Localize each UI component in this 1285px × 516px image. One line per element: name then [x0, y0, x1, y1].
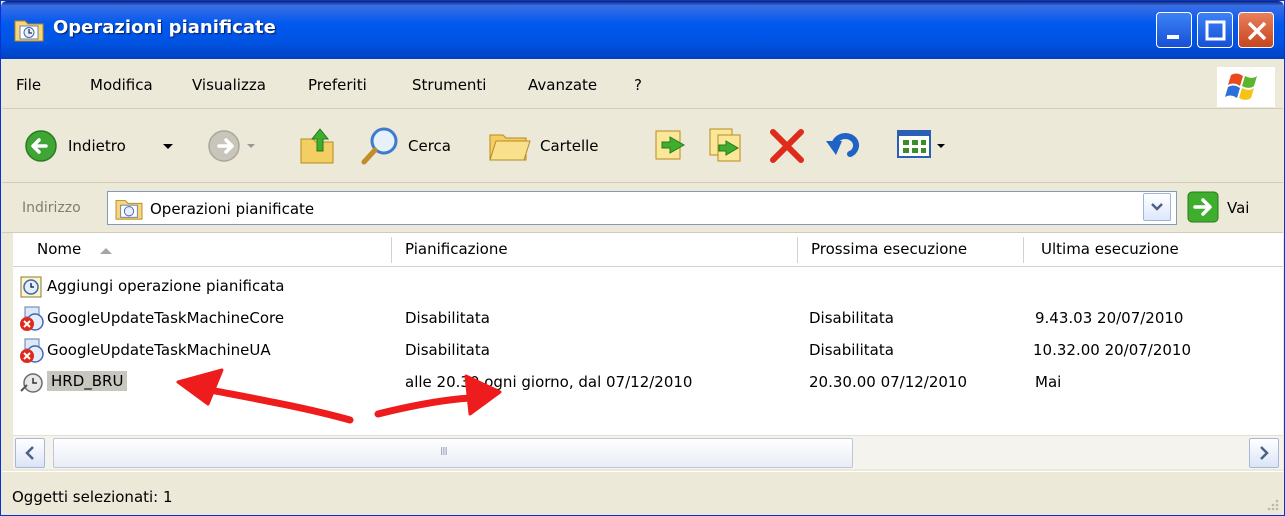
task-last-run: 10.32.00 20/07/2010 — [1033, 341, 1192, 359]
resize-grip-icon[interactable] — [1264, 496, 1280, 512]
column-header-schedule[interactable]: Pianificazione — [405, 240, 508, 258]
explorer-window: Operazioni pianificate File Modifica Vis… — [0, 0, 1285, 516]
folders-button[interactable]: Cartelle — [488, 123, 628, 167]
copy-to-icon[interactable] — [706, 125, 746, 165]
menu-strumenti[interactable]: Strumenti — [412, 76, 486, 94]
undo-icon[interactable] — [824, 125, 864, 165]
task-next-run: 20.30.00 07/12/2010 — [809, 373, 968, 391]
minimize-icon — [1167, 35, 1179, 39]
back-label: Indietro — [68, 137, 126, 155]
address-value: Operazioni pianificate — [150, 200, 315, 218]
address-bar: Indirizzo Operazioni pianificate — [2, 183, 1283, 233]
back-arrow-icon — [25, 130, 57, 162]
views-icon[interactable] — [896, 127, 932, 161]
views-dropdown-icon[interactable] — [936, 143, 946, 149]
task-name: GoogleUpdateTaskMachineUA — [47, 341, 271, 359]
delete-icon[interactable] — [768, 127, 806, 165]
list-item[interactable]: GoogleUpdateTaskMachineUA Disabilitata D… — [13, 335, 1283, 367]
back-dropdown-icon[interactable] — [162, 143, 174, 151]
task-next-run: Disabilitata — [809, 341, 894, 359]
address-dropdown-button[interactable] — [1143, 193, 1171, 221]
folders-label: Cartelle — [540, 137, 599, 155]
column-header-next-run[interactable]: Prossima esecuzione — [811, 240, 967, 258]
forward-dropdown-icon[interactable] — [246, 143, 256, 149]
minimize-button[interactable] — [1156, 12, 1192, 48]
menu-help[interactable]: ? — [634, 76, 642, 94]
menu-file[interactable]: File — [16, 76, 41, 94]
go-arrow-icon — [1187, 191, 1219, 223]
task-last-run: 9.43.03 20/07/2010 — [1035, 309, 1184, 327]
folders-icon — [489, 134, 531, 161]
task-name: HRD_BRU — [47, 371, 128, 391]
sort-ascending-icon — [100, 248, 112, 254]
close-icon — [1247, 21, 1267, 41]
toolbar: Indietro Cerca Cartelle — [2, 109, 1283, 183]
maximize-button[interactable] — [1197, 12, 1233, 48]
search-label: Cerca — [408, 137, 451, 155]
status-text: Oggetti selezionati: 1 — [12, 488, 173, 506]
task-last-run: Mai — [1035, 373, 1062, 391]
column-header-row: Nome Pianificazione Prossima esecuzione … — [13, 233, 1283, 267]
search-icon — [361, 127, 398, 165]
scroll-left-button[interactable] — [15, 438, 45, 468]
menu-visualizza[interactable]: Visualizza — [192, 76, 266, 94]
list-item[interactable]: GoogleUpdateTaskMachineCore Disabilitata… — [13, 303, 1283, 335]
column-divider[interactable] — [391, 237, 392, 263]
go-label: Vai — [1227, 199, 1250, 217]
forward-arrow-icon[interactable] — [207, 129, 241, 163]
chevron-down-icon — [1151, 203, 1163, 211]
address-label: Indirizzo — [22, 200, 81, 216]
task-schedule: Disabilitata — [405, 341, 490, 359]
column-divider[interactable] — [1023, 237, 1024, 263]
disabled-task-icon — [20, 338, 44, 363]
menu-avanzate[interactable]: Avanzate — [528, 76, 597, 94]
status-bar: Oggetti selezionati: 1 — [2, 471, 1283, 515]
menu-modifica[interactable]: Modifica — [90, 76, 153, 94]
task-next-run: Disabilitata — [809, 309, 894, 327]
address-input[interactable]: Operazioni pianificate — [107, 191, 1177, 225]
add-task-icon — [20, 276, 42, 298]
close-button[interactable] — [1238, 12, 1274, 48]
go-button[interactable]: Vai — [1187, 191, 1277, 223]
disabled-task-icon — [20, 306, 44, 331]
search-button[interactable]: Cerca — [360, 123, 480, 167]
chevron-right-icon — [1260, 446, 1269, 460]
column-divider[interactable] — [797, 237, 798, 263]
menu-preferiti[interactable]: Preferiti — [308, 76, 367, 94]
back-button[interactable]: Indietro — [16, 125, 186, 167]
scrollbar-grip: III — [440, 445, 448, 458]
menu-bar: File Modifica Visualizza Preferiti Strum… — [2, 59, 1283, 109]
title-bar[interactable]: Operazioni pianificate — [1, 1, 1284, 59]
move-to-icon[interactable] — [652, 125, 692, 165]
window-title: Operazioni pianificate — [53, 17, 276, 38]
scheduled-tasks-folder-icon — [14, 20, 44, 42]
scheduled-task-icon — [20, 373, 43, 393]
task-schedule: Disabilitata — [405, 309, 490, 327]
scrollbar-thumb[interactable]: III — [53, 438, 853, 468]
scheduled-tasks-folder-icon — [115, 200, 143, 220]
file-list: Nome Pianificazione Prossima esecuzione … — [13, 233, 1283, 469]
task-name: GoogleUpdateTaskMachineCore — [47, 309, 285, 327]
chevron-left-icon — [25, 446, 34, 460]
list-item[interactable]: Aggiungi operazione pianificata — [13, 271, 1283, 303]
column-header-name[interactable]: Nome — [37, 240, 81, 258]
scroll-right-button[interactable] — [1249, 438, 1279, 468]
task-schedule: alle 20.30 ogni giorno, dal 07/12/2010 — [405, 373, 693, 391]
windows-logo-icon — [1217, 67, 1275, 107]
up-folder-icon[interactable] — [298, 125, 336, 165]
maximize-icon — [1205, 20, 1226, 41]
list-item-selected[interactable]: HRD_BRU alle 20.30 ogni giorno, dal 07/1… — [13, 367, 1283, 399]
task-name: Aggiungi operazione pianificata — [47, 277, 285, 295]
column-header-last-run[interactable]: Ultima esecuzione — [1041, 240, 1179, 258]
horizontal-scrollbar[interactable]: III — [13, 435, 1283, 469]
